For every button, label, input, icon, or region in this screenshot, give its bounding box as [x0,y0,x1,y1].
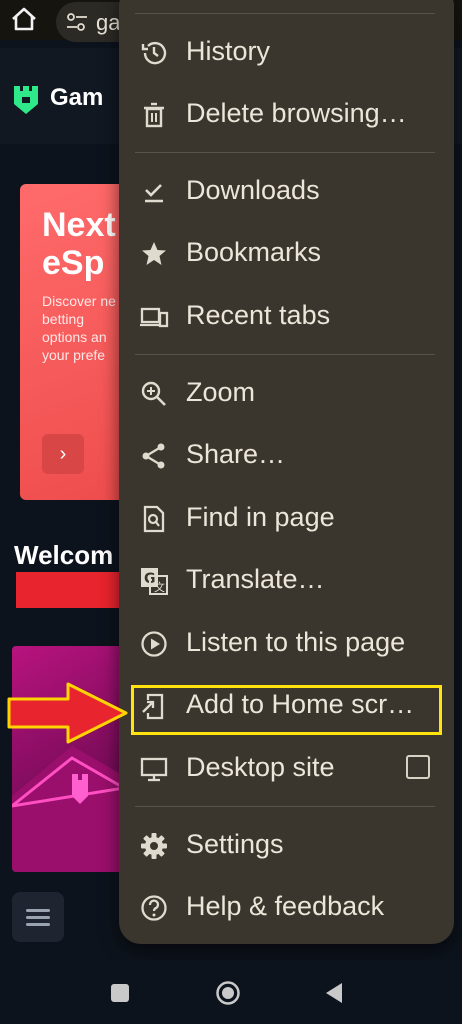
menu-item-listen[interactable]: Listen to this page [119,612,454,674]
gear-icon [139,831,169,861]
promo-next-button[interactable]: › [42,434,84,474]
menu-item-desktop-site[interactable]: Desktop site [119,737,454,799]
svg-text:文: 文 [154,580,165,594]
history-icon [139,38,169,68]
menu-item-history[interactable]: History [119,21,454,83]
pointer-arrow-icon [6,681,130,745]
menu-divider [135,13,435,14]
zoom-in-icon [139,379,169,409]
site-menu-button[interactable] [12,892,64,942]
recents-icon[interactable] [111,984,129,1002]
castle-logo-icon [12,82,40,116]
menu-item-share[interactable]: Share… [119,424,454,486]
menu-item-help[interactable]: Help & feedback [119,876,454,938]
game-tile[interactable] [12,646,124,872]
help-icon [139,893,169,923]
menu-item-delete-browsing[interactable]: Delete browsing… [119,83,454,145]
find-in-page-icon [139,504,169,534]
highlight-box [131,685,442,735]
play-circle-icon [139,629,169,659]
download-check-icon [139,177,169,207]
menu-divider [135,806,435,807]
promo-title: Next eSp [42,206,116,282]
share-icon [139,441,169,471]
menu-divider [135,354,435,355]
desktop-site-checkbox[interactable] [406,755,430,779]
trash-icon [139,100,169,130]
menu-item-bookmarks[interactable]: Bookmarks [119,222,454,284]
url-text: ga [96,10,121,35]
promo-card[interactable]: Next eSp Discover ne betting options an … [20,184,130,500]
menu-divider [135,152,435,153]
welcome-heading: Welcom [14,540,114,570]
translate-icon: G文 [139,566,169,596]
system-nav-bar [0,960,462,1024]
site-settings-icon[interactable] [66,12,88,32]
devices-icon [139,302,169,332]
welcome-banner [16,572,126,608]
promo-description: Discover ne betting options an your pref… [42,293,116,363]
monitor-icon [139,754,169,784]
menu-item-settings[interactable]: Settings [119,814,454,876]
browser-overflow-menu: History Delete browsing… Downloads Bookm… [119,0,454,944]
menu-item-recent-tabs[interactable]: Recent tabs [119,285,454,347]
menu-item-translate[interactable]: G文 Translate… [119,549,454,611]
menu-item-downloads[interactable]: Downloads [119,160,454,222]
home-icon[interactable] [10,6,38,32]
back-icon[interactable] [323,980,345,1006]
star-icon [139,239,169,269]
site-logo-text[interactable]: Gam [50,84,103,112]
home-nav-icon[interactable] [215,980,241,1006]
menu-item-zoom[interactable]: Zoom [119,362,454,424]
menu-item-find-in-page[interactable]: Find in page [119,487,454,549]
